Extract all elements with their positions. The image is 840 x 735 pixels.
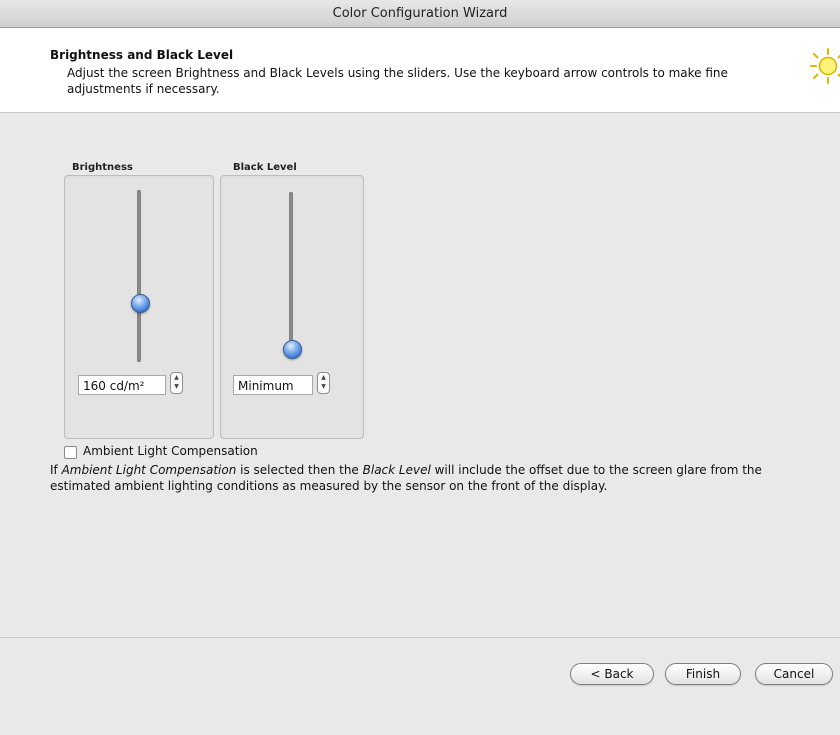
stepper-up-icon[interactable]: ▲ <box>171 373 182 382</box>
explain-italic-2: Black Level <box>362 463 431 477</box>
explain-italic-1: Ambient Light Compensation <box>61 463 237 477</box>
wizard-header: Brightness and Black Level Adjust the sc… <box>0 28 840 113</box>
window-title-bar: Color Configuration Wizard <box>0 0 840 28</box>
ambient-light-checkbox[interactable] <box>64 446 77 459</box>
back-button[interactable]: < Back <box>570 663 654 685</box>
black-level-label: Black Level <box>233 162 297 173</box>
brightness-label: Brightness <box>72 162 133 173</box>
ambient-light-label[interactable]: Ambient Light Compensation <box>83 444 258 458</box>
black-level-value-field[interactable]: Minimum <box>233 375 313 395</box>
brightness-stepper[interactable]: ▲ ▼ <box>170 372 183 394</box>
black-level-slider-track[interactable] <box>289 192 293 348</box>
explain-text-2: is selected then the <box>236 463 363 477</box>
footer-divider <box>0 637 840 638</box>
brightness-value-field[interactable]: 160 cd/m² <box>78 375 166 395</box>
ambient-explanation: If Ambient Light Compensation is selecte… <box>50 462 790 494</box>
finish-button[interactable]: Finish <box>665 663 741 685</box>
sun-icon <box>810 48 840 84</box>
brightness-slider-knob[interactable] <box>131 294 150 313</box>
brightness-slider-track[interactable] <box>137 190 141 362</box>
black-level-stepper[interactable]: ▲ ▼ <box>317 372 330 394</box>
black-level-slider-knob[interactable] <box>283 340 302 359</box>
stepper-down-icon[interactable]: ▼ <box>171 382 182 391</box>
explain-text-1: If <box>50 463 62 477</box>
stepper-down-icon[interactable]: ▼ <box>318 382 329 391</box>
stepper-up-icon[interactable]: ▲ <box>318 373 329 382</box>
page-title: Brightness and Black Level <box>50 48 234 62</box>
cancel-button[interactable]: Cancel <box>755 663 833 685</box>
page-description: Adjust the screen Brightness and Black L… <box>67 66 728 96</box>
window-title: Color Configuration Wizard <box>332 6 508 21</box>
